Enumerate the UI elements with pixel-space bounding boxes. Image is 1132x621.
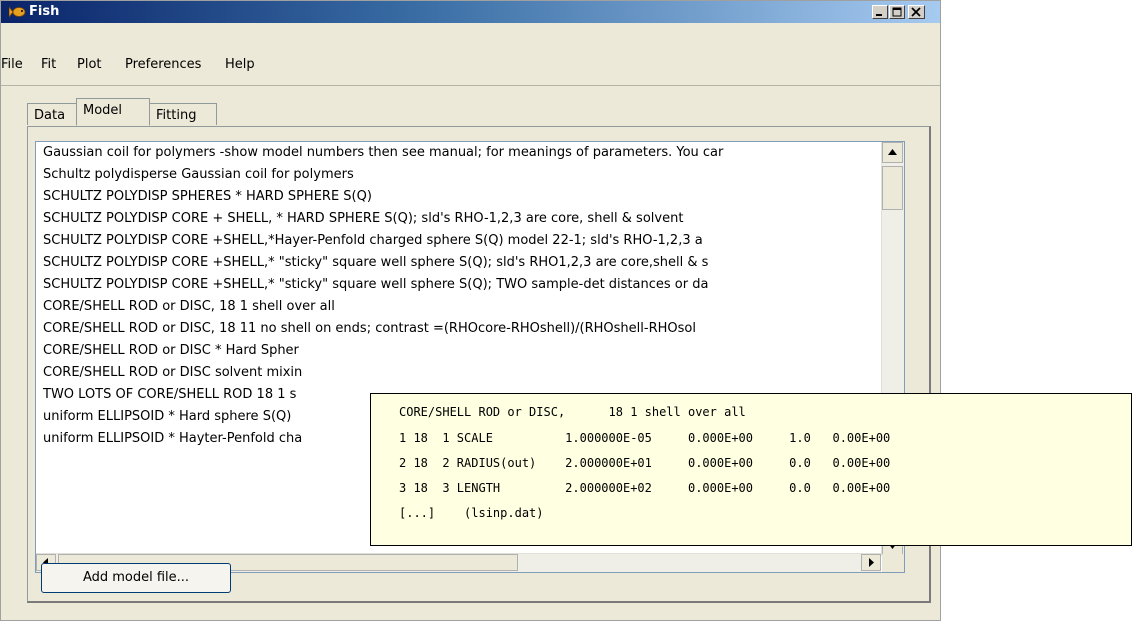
list-item[interactable]: SCHULTZ POLYDISP CORE +SHELL,* "sticky" … [43, 274, 708, 296]
title-bar[interactable]: Fish [1, 1, 940, 23]
tooltip-line: CORE/SHELL ROD or DISC, 18 1 shell over … [399, 405, 746, 419]
list-item[interactable]: uniform ELLIPSOID * Hard sphere S(Q) [43, 406, 291, 428]
list-item[interactable]: SCHULTZ POLYDISP CORE +SHELL,* "sticky" … [43, 252, 708, 274]
menu-fit[interactable]: Fit [41, 57, 56, 72]
tab-model[interactable]: Model [76, 98, 150, 126]
chevron-right-icon [869, 558, 874, 567]
maximize-icon[interactable] [889, 5, 905, 19]
list-item[interactable]: TWO LOTS OF CORE/SHELL ROD 18 1 s [43, 384, 296, 406]
menu-help[interactable]: Help [225, 57, 255, 72]
list-item[interactable]: CORE/SHELL ROD or DISC * Hard Spher [43, 340, 299, 362]
tooltip-line: 3 18 3 LENGTH 2.000000E+02 0.000E+00 0.0… [399, 481, 891, 495]
scroll-right-button[interactable] [861, 554, 881, 571]
list-item[interactable]: Schultz polydisperse Gaussian coil for p… [43, 164, 354, 186]
tooltip-line: 1 18 1 SCALE 1.000000E-05 0.000E+00 1.0 … [399, 431, 891, 445]
close-icon[interactable] [908, 5, 925, 19]
window-title: Fish [29, 4, 60, 19]
minimize-icon[interactable] [872, 5, 888, 19]
menu-preferences[interactable]: Preferences [125, 57, 201, 72]
menu-bar: File Fit Plot Preferences Help [1, 53, 940, 77]
scroll-corner [882, 554, 904, 572]
vertical-scroll-thumb[interactable] [882, 166, 903, 210]
fish-icon [8, 5, 27, 19]
menu-plot[interactable]: Plot [77, 57, 102, 72]
menu-separator [1, 85, 940, 86]
list-item[interactable]: SCHULTZ POLYDISP CORE +SHELL,*Hayer-Penf… [43, 230, 703, 252]
chevron-up-icon [888, 149, 897, 155]
tab-data[interactable]: Data [27, 103, 77, 125]
list-item[interactable]: SCHULTZ POLYDISP CORE + SHELL, * HARD SP… [43, 208, 683, 230]
add-model-file-button[interactable]: Add model file... [41, 563, 231, 593]
tab-fitting[interactable]: Fitting [149, 103, 217, 125]
list-item[interactable]: Gaussian coil for polymers -show model n… [43, 142, 723, 164]
list-item[interactable]: CORE/SHELL ROD or DISC, 18 1 shell over … [43, 296, 335, 318]
model-tooltip: CORE/SHELL ROD or DISC, 18 1 shell over … [370, 393, 1132, 546]
list-item[interactable]: uniform ELLIPSOID * Hayter-Penfold cha [43, 428, 302, 450]
menu-file[interactable]: File [1, 57, 23, 72]
list-item[interactable]: CORE/SHELL ROD or DISC solvent mixin [43, 362, 302, 384]
list-item[interactable]: SCHULTZ POLYDISP SPHERES * HARD SPHERE S… [43, 186, 372, 208]
tooltip-line: [...] (lsinp.dat) [399, 506, 544, 520]
scroll-up-button[interactable] [882, 142, 903, 163]
list-item[interactable]: CORE/SHELL ROD or DISC, 18 11 no shell o… [43, 318, 696, 340]
tooltip-line: 2 18 2 RADIUS(out) 2.000000E+01 0.000E+0… [399, 456, 891, 470]
